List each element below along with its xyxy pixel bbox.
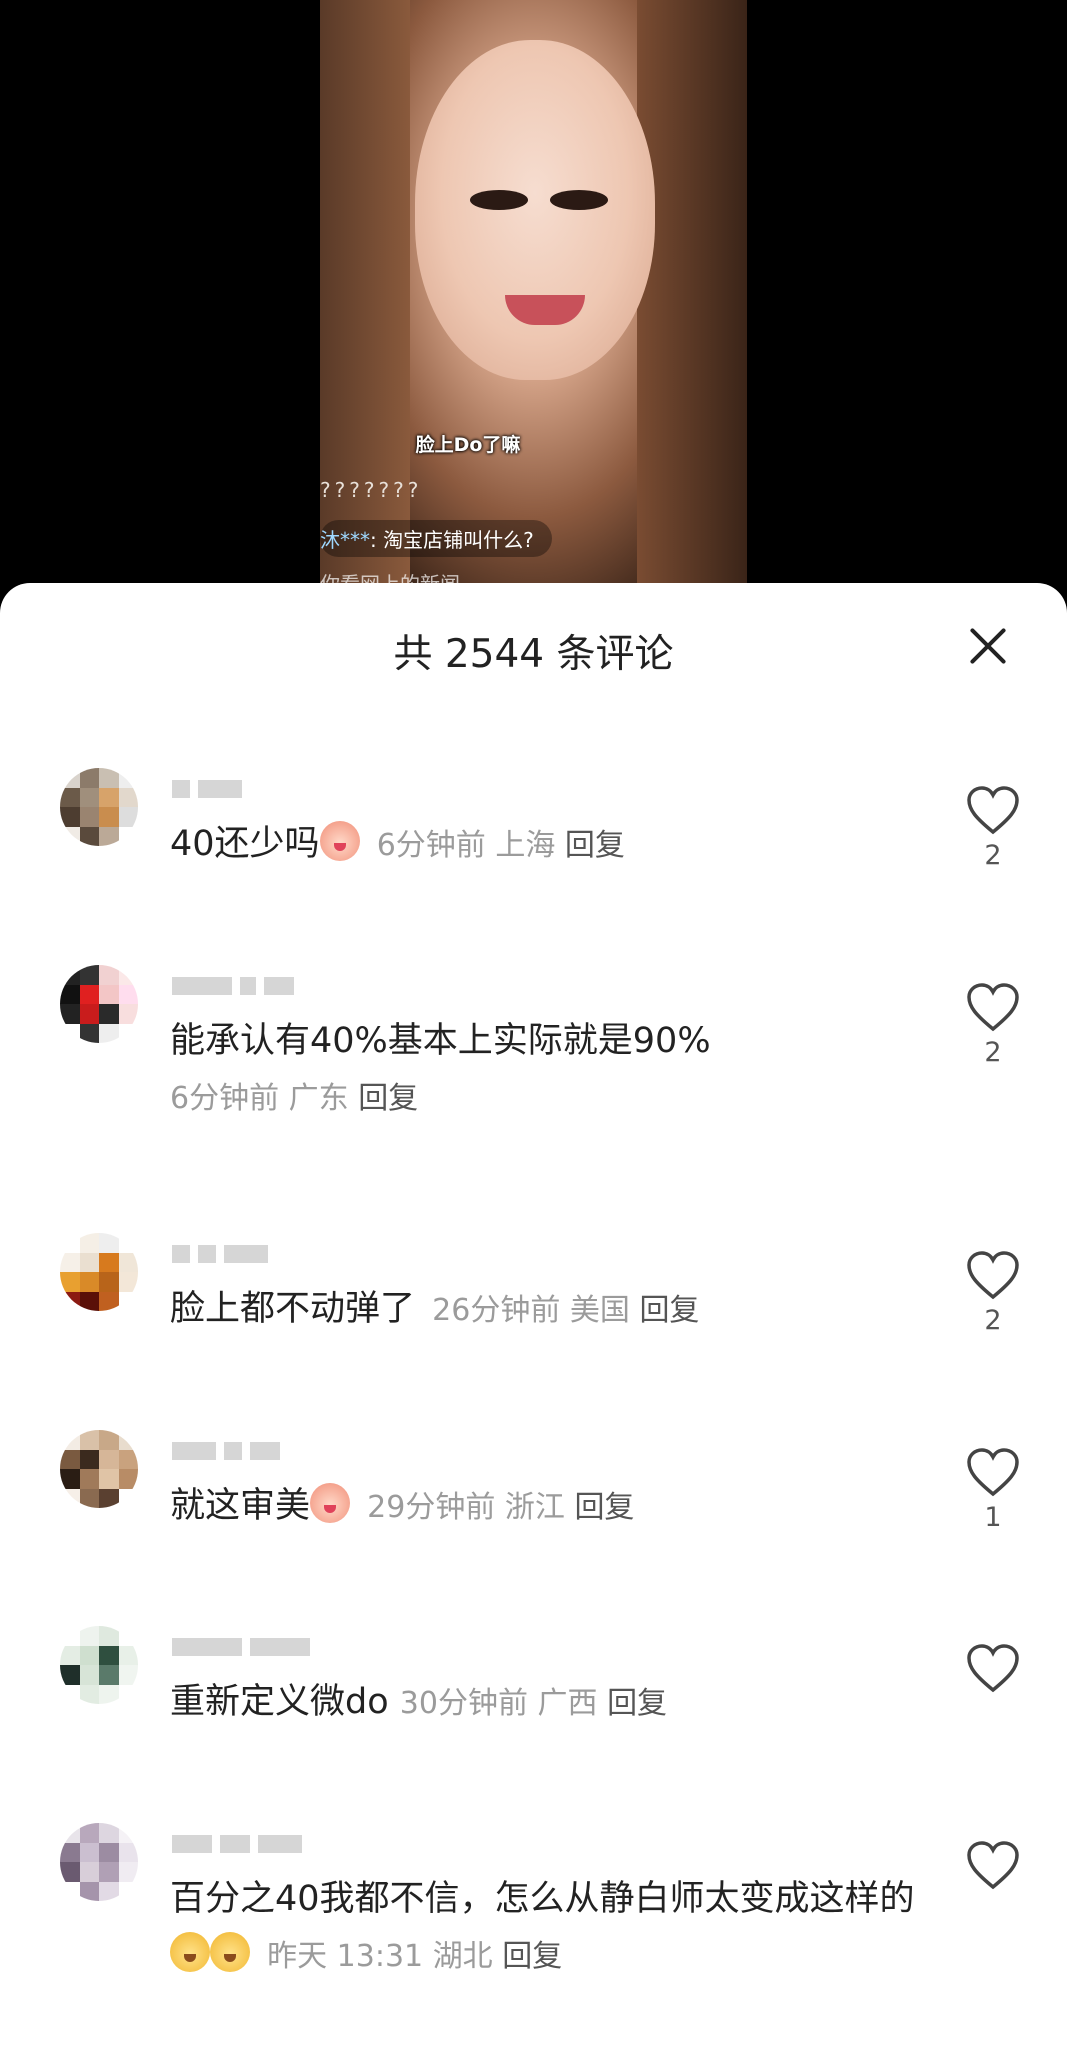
avatar[interactable] xyxy=(60,1823,138,1901)
comment-text: 就这审美 29分钟前 浙江 回复 xyxy=(170,1478,930,1536)
like-count: 2 xyxy=(984,1037,1002,1068)
comment-time: 6分钟前 xyxy=(170,1081,280,1116)
comment-meta: 6分钟前 上海 回复 xyxy=(377,828,625,863)
crying-emoji-icon xyxy=(310,1483,351,1523)
avatar[interactable] xyxy=(60,1626,138,1704)
like-button[interactable]: 2 xyxy=(960,1251,1026,1336)
avatar[interactable] xyxy=(60,768,138,846)
live-chat-question-marks: ??????? xyxy=(320,478,423,502)
comment-location: 湖北 xyxy=(432,1939,493,1974)
heart-icon xyxy=(967,983,1019,1032)
comment-body: 脸上都不动弹了 xyxy=(170,1289,416,1329)
like-button[interactable]: 2 xyxy=(960,983,1026,1068)
like-button[interactable]: 1 xyxy=(960,1448,1026,1533)
comment-body: 就这审美 xyxy=(170,1486,311,1526)
comment-meta: 昨天 13:31 湖北 回复 xyxy=(267,1939,562,1974)
crying-emoji-icon xyxy=(319,821,360,861)
username-blurred xyxy=(172,1245,268,1263)
comment-time: 26分钟前 xyxy=(432,1293,561,1328)
comment-location: 广东 xyxy=(288,1081,349,1116)
heart-icon xyxy=(967,1841,1019,1890)
heart-icon xyxy=(967,1448,1019,1497)
reply-button[interactable]: 回复 xyxy=(607,1686,667,1721)
reply-button[interactable]: 回复 xyxy=(358,1081,418,1116)
avatar[interactable] xyxy=(60,1233,138,1311)
video-subtitle: 脸上Do了嘛 xyxy=(415,434,521,456)
eye-right xyxy=(550,190,608,210)
comment-location: 上海 xyxy=(495,828,556,863)
reply-button[interactable]: 回复 xyxy=(565,828,625,863)
comment-text: 重新定义微do 30分钟前 广西 回复 xyxy=(170,1674,930,1732)
reply-button[interactable]: 回复 xyxy=(502,1939,562,1974)
like-count: 2 xyxy=(984,1305,1002,1336)
comment-text: 脸上都不动弹了 26分钟前 美国 回复 xyxy=(170,1281,930,1339)
username-blurred xyxy=(172,1442,280,1460)
comment-text: 40还少吗 6分钟前 上海 回复 xyxy=(170,816,930,874)
comment-body: 百分之40我都不信，怎么从静白师太变成这样的 xyxy=(170,1879,915,1919)
close-icon[interactable] xyxy=(962,621,1012,671)
heart-icon xyxy=(967,786,1019,835)
reply-button[interactable]: 回复 xyxy=(574,1490,634,1525)
comment-body: 40还少吗 xyxy=(170,824,320,864)
like-button[interactable] xyxy=(960,1644,1026,1698)
avatar[interactable] xyxy=(60,965,138,1043)
comment-time: 昨天 13:31 xyxy=(267,1939,424,1974)
reply-button[interactable]: 回复 xyxy=(639,1293,699,1328)
video-hair-right xyxy=(637,0,747,600)
comment-meta: 29分钟前 浙江 回复 xyxy=(367,1490,634,1525)
live-chat-text: : 淘宝店铺叫什么? xyxy=(370,528,534,552)
username-blurred xyxy=(172,1638,310,1656)
comment-text: 能承认有40%基本上实际就是90% 6分钟前 广东 回复 xyxy=(170,1013,930,1127)
comment-time: 29分钟前 xyxy=(367,1490,496,1525)
comment-location: 美国 xyxy=(569,1293,630,1328)
dog-emoji-icon xyxy=(210,1932,250,1972)
comment-sheet: 共 2544 条评论 40还少吗 6分钟前 上海 回复 2 能承认有40%基本上… xyxy=(0,583,1067,2048)
like-button[interactable] xyxy=(960,1841,1026,1895)
comment-meta: 6分钟前 广东 回复 xyxy=(170,1081,418,1116)
comment-meta: 30分钟前 广西 回复 xyxy=(400,1686,667,1721)
like-count: 2 xyxy=(984,840,1002,871)
eye-left xyxy=(470,190,528,210)
video-hair-left xyxy=(320,0,410,600)
comment-text: 百分之40我都不信，怎么从静白师太变成这样的 昨天 13:31 湖北 回复 xyxy=(170,1871,930,1985)
live-chat-username: 沐*** xyxy=(320,528,370,552)
heart-icon xyxy=(967,1251,1019,1300)
like-count: 1 xyxy=(984,1502,1002,1533)
username-blurred xyxy=(172,780,242,798)
live-chat-message: 沐***: 淘宝店铺叫什么? xyxy=(320,520,552,557)
username-blurred xyxy=(172,977,294,995)
like-button[interactable]: 2 xyxy=(960,786,1026,871)
avatar[interactable] xyxy=(60,1430,138,1508)
live-video[interactable] xyxy=(320,0,747,600)
mouth xyxy=(505,295,585,325)
streamer-face xyxy=(415,40,655,380)
comment-time: 6分钟前 xyxy=(376,828,486,863)
comment-meta: 26分钟前 美国 回复 xyxy=(432,1293,699,1328)
comment-location: 广西 xyxy=(537,1686,598,1721)
comment-body: 能承认有40%基本上实际就是90% xyxy=(170,1021,711,1061)
comment-location: 浙江 xyxy=(504,1490,565,1525)
username-blurred xyxy=(172,1835,302,1853)
comment-count-title: 共 2544 条评论 xyxy=(393,632,674,677)
comment-body: 重新定义微do xyxy=(170,1682,389,1722)
heart-icon xyxy=(967,1644,1019,1693)
comment-time: 30分钟前 xyxy=(399,1686,528,1721)
dog-emoji-icon xyxy=(170,1932,210,1972)
